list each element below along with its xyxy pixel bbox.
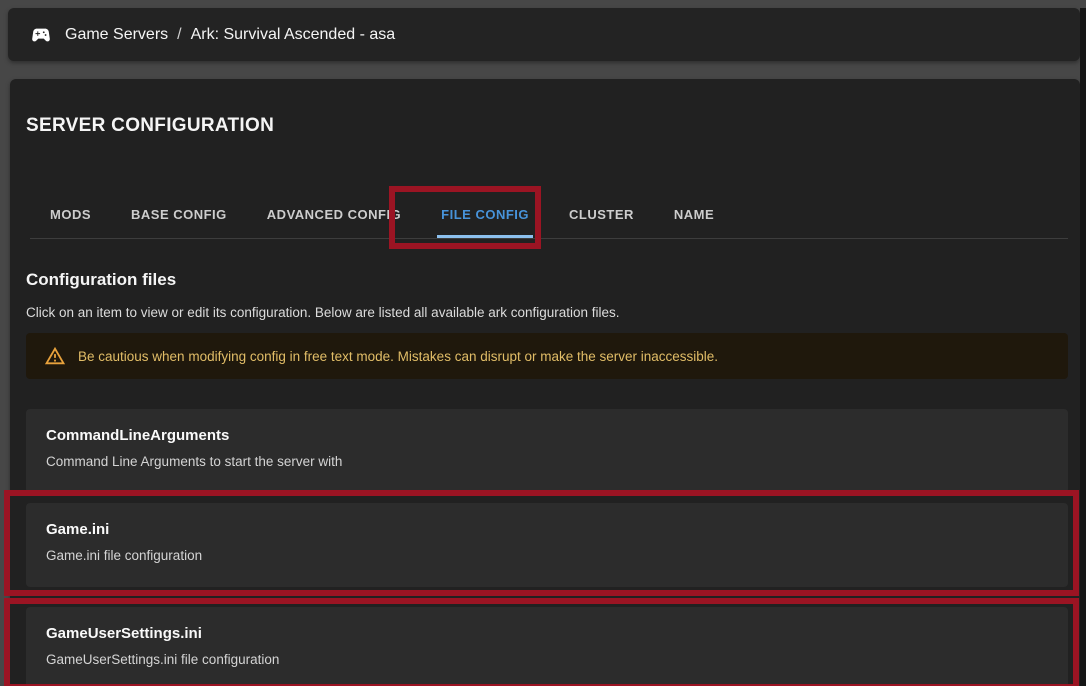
tab-name[interactable]: NAME: [654, 190, 734, 238]
file-item-game-ini[interactable]: Game.ini Game.ini file configuration: [26, 503, 1068, 587]
file-description: Command Line Arguments to start the serv…: [46, 453, 1048, 471]
file-name: GameUserSettings.ini: [46, 624, 1048, 644]
breadcrumb: Game Servers / Ark: Survival Ascended - …: [65, 26, 395, 44]
file-description: GameUserSettings.ini file configuration: [46, 651, 1048, 669]
tab-mods[interactable]: MODS: [30, 190, 111, 238]
section-description: Click on an item to view or edit its con…: [26, 304, 1068, 321]
page-title: SERVER CONFIGURATION: [26, 114, 1068, 137]
breadcrumb-game-servers[interactable]: Game Servers: [65, 26, 168, 44]
tab-file-config[interactable]: FILE CONFIG: [421, 190, 549, 238]
file-description: Game.ini file configuration: [46, 547, 1048, 565]
tab-advanced-config[interactable]: ADVANCED CONFIG: [247, 190, 421, 238]
section-heading: Configuration files: [26, 269, 1068, 290]
warning-triangle-icon: [44, 345, 66, 367]
file-item-gameusersettings-ini[interactable]: GameUserSettings.ini GameUserSettings.in…: [26, 607, 1068, 686]
file-name: CommandLineArguments: [46, 426, 1048, 446]
tab-base-config[interactable]: BASE CONFIG: [111, 190, 247, 238]
file-name: Game.ini: [46, 520, 1048, 540]
screen: Game Servers / Ark: Survival Ascended - …: [0, 0, 1086, 686]
warning-text: Be cautious when modifying config in fre…: [78, 349, 718, 364]
tab-bar: MODS BASE CONFIG ADVANCED CONFIG FILE CO…: [30, 190, 1068, 239]
file-item-commandlinearguments[interactable]: CommandLineArguments Command Line Argume…: [26, 409, 1068, 493]
tab-cluster[interactable]: CLUSTER: [549, 190, 654, 238]
server-configuration-panel: SERVER CONFIGURATION MODS BASE CONFIG AD…: [10, 79, 1080, 686]
config-file-list: CommandLineArguments Command Line Argume…: [26, 409, 1068, 686]
gamepad-icon: [30, 24, 52, 46]
warning-banner: Be cautious when modifying config in fre…: [26, 333, 1068, 379]
breadcrumb-current-server: Ark: Survival Ascended - asa: [191, 26, 396, 44]
right-edge-gutter: [1080, 8, 1086, 686]
breadcrumb-separator: /: [177, 26, 181, 44]
breadcrumb-bar: Game Servers / Ark: Survival Ascended - …: [8, 8, 1080, 61]
